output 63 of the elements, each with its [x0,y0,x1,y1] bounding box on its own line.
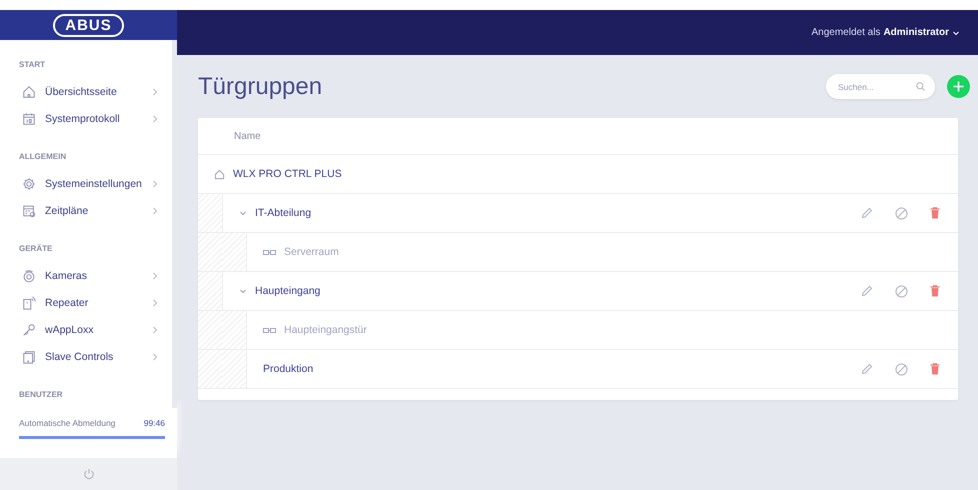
section-title: BENUTZER [18,389,64,401]
gear-icon [22,176,36,190]
door-icon [263,248,276,256]
tree-item-label[interactable]: Haupteingang [255,285,320,297]
schedule-icon [22,204,36,218]
section-title: GERÄTE [18,243,54,255]
hatched-indent [198,350,222,388]
search-icon [916,82,925,91]
add-button[interactable] [947,75,970,98]
auto-logout-time: 99:46 [144,418,165,428]
plus-icon [953,81,964,92]
disable-icon[interactable] [895,362,908,376]
calendar-icon [22,112,36,126]
section-title: START [18,59,46,71]
edit-icon[interactable] [861,363,873,375]
caret-down-icon [952,28,960,36]
tree-item-label[interactable]: IT-Abteilung [255,207,312,219]
sidebar-item[interactable]: Slave Controls [0,343,172,370]
chevron-right-icon [152,206,158,214]
chevron-right-icon [152,88,158,96]
tree-item-label[interactable]: WLX PRO CTRL PLUS [233,168,342,180]
edit-icon[interactable] [861,207,873,219]
chevron-right-icon [152,180,158,188]
sidebar-item[interactable]: Systemeinstellungen [0,170,172,197]
sidebar-item[interactable]: Systemprotokoll [0,105,172,132]
tree-item-label[interactable]: Produktion [263,363,314,375]
sidebar-item[interactable]: Übersichtsseite [0,78,172,105]
chevron-right-icon [152,272,158,280]
camera-icon [22,268,36,282]
chevron-icon[interactable] [239,287,247,295]
hatched-indent [198,311,222,349]
chevron-right-icon [152,298,158,306]
user-menu[interactable]: Angemeldet als Administrator [806,26,966,39]
chevron-icon[interactable] [239,209,247,217]
home-icon [214,168,225,180]
edit-icon[interactable] [861,285,873,297]
auto-logout-label: Automatische Abmeldung [19,418,116,428]
key-icon [22,322,36,336]
trash-icon[interactable] [930,285,940,297]
sidebar-item[interactable]: Repeater [0,289,172,316]
section-title: ALLGEMEIN [18,151,68,163]
sidebar-item[interactable]: Kameras [0,262,172,289]
power-icon[interactable] [82,468,94,480]
column-header: Name [234,130,261,142]
door-icon [263,326,276,334]
abus-logo: ABUS [53,14,124,36]
trash-icon[interactable] [930,363,940,375]
page-title: Türgruppen [198,72,324,100]
chevron-right-icon [152,352,158,360]
trash-icon[interactable] [930,207,940,219]
chevron-right-icon [152,114,158,122]
search-field[interactable]: Suchen... [826,74,935,99]
repeater-icon [22,296,36,310]
device-icon [22,350,36,364]
hatched-indent [198,194,222,232]
disable-icon[interactable] [895,284,908,298]
hatched-indent [198,233,222,271]
sidebar-item[interactable]: Zeitpläne [0,197,172,224]
sidebar-item[interactable]: wAppLoxx [0,316,172,343]
disable-icon[interactable] [895,206,908,220]
chevron-right-icon [152,326,158,334]
hatched-indent [198,272,222,310]
home-icon [22,84,36,98]
